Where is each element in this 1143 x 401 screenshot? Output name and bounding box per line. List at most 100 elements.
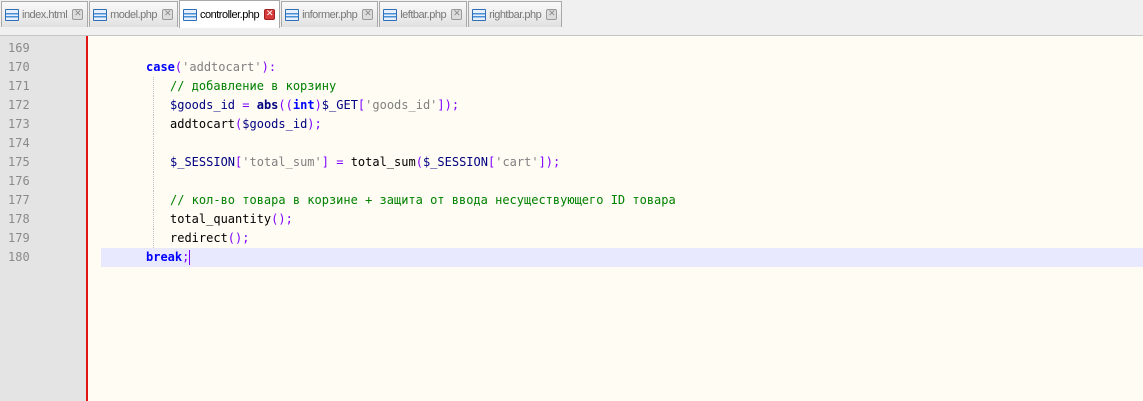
code-line: 170 case('addtocart'): xyxy=(0,58,1143,77)
code-token: abs xyxy=(256,98,279,112)
code-token: 'cart' xyxy=(495,155,539,169)
code-token: $goods_id xyxy=(242,117,308,131)
code-token: addtocart xyxy=(170,117,236,131)
close-icon[interactable]: ✕ xyxy=(264,9,276,20)
code-token: ] xyxy=(321,155,329,169)
code-line: 179 redirect(); xyxy=(0,229,1143,248)
tab-informer-php[interactable]: informer.php ✕ xyxy=(281,1,379,27)
code-line: 174 xyxy=(0,134,1143,153)
close-icon[interactable]: ✕ xyxy=(162,9,174,20)
code-token: ) xyxy=(314,98,322,112)
code-token: (( xyxy=(278,98,293,112)
code-text: // добавление в корзину xyxy=(170,77,336,96)
code-token: (); xyxy=(271,212,293,226)
code-text: case('addtocart'): xyxy=(146,58,276,77)
line-number: 171 xyxy=(8,79,30,93)
code-text: total_quantity(); xyxy=(170,210,293,229)
code-text: $_SESSION['total_sum'] = total_sum($_SES… xyxy=(170,153,560,172)
line-number: 173 xyxy=(8,117,30,131)
code-line: 175 $_SESSION['total_sum'] = total_sum($_… xyxy=(0,153,1143,172)
code-text: $goods_id = abs((int)$_GET['goods_id']); xyxy=(170,96,459,115)
tab-leftbar-php[interactable]: leftbar.php ✕ xyxy=(379,1,468,27)
line-number: 179 xyxy=(8,231,30,245)
line-number: 178 xyxy=(8,212,30,226)
code-token: 'goods_id' xyxy=(365,98,438,112)
code-token: break xyxy=(146,250,183,264)
code-token: $_SESSION xyxy=(170,155,236,169)
tab-index-html[interactable]: index.html ✕ xyxy=(1,1,89,27)
code-line: 173 addtocart($goods_id); xyxy=(0,115,1143,134)
indent-guide xyxy=(153,134,154,153)
tab-label: rightbar.php xyxy=(489,8,542,21)
code-token: // кол-во товара в корзине + защита от в… xyxy=(170,193,676,207)
tab-bar: index.html ✕ model.php ✕ controller.php ✕ info… xyxy=(0,0,1143,36)
close-icon[interactable]: ✕ xyxy=(546,9,558,20)
code-line: 178 total_quantity(); xyxy=(0,210,1143,229)
code-token: = xyxy=(242,98,250,112)
code-token: // добавление в корзину xyxy=(170,79,337,93)
line-number: 170 xyxy=(8,60,30,74)
code-token: ( xyxy=(415,155,423,169)
line-number: 180 xyxy=(8,250,30,264)
line-number: 176 xyxy=(8,174,30,188)
file-icon xyxy=(183,8,198,21)
code-text: redirect(); xyxy=(170,229,249,248)
code-token: int xyxy=(292,98,315,112)
line-number: 174 xyxy=(8,136,30,150)
code-line: 169 xyxy=(0,39,1143,58)
code-token: ]); xyxy=(437,98,460,112)
close-icon[interactable]: ✕ xyxy=(72,9,84,20)
current-line-highlight xyxy=(101,248,1143,267)
line-number: 177 xyxy=(8,193,30,207)
code-token: $_SESSION xyxy=(422,155,488,169)
tab-rightbar-php[interactable]: rightbar.php ✕ xyxy=(468,1,563,27)
line-number: 175 xyxy=(8,155,30,169)
file-icon xyxy=(5,8,19,21)
code-token: ]); xyxy=(538,155,561,169)
code-text: addtocart($goods_id); xyxy=(170,115,322,134)
indent-guide xyxy=(153,191,154,210)
close-icon[interactable]: ✕ xyxy=(451,9,463,20)
indent-guide xyxy=(153,96,154,115)
code-line: 176 xyxy=(0,172,1143,191)
tab-label: index.html xyxy=(22,8,68,21)
code-token: ); xyxy=(307,117,322,131)
file-icon xyxy=(285,8,300,21)
code-line: 172 $goods_id = abs((int)$_GET['goods_id'… xyxy=(0,96,1143,115)
tab-label: controller.php xyxy=(200,8,260,21)
code-line: 177 // кол-во товара в корзине + защита о… xyxy=(0,191,1143,210)
code-token: total_sum xyxy=(350,155,416,169)
tab-model-php[interactable]: model.php ✕ xyxy=(89,1,179,27)
tab-label: informer.php xyxy=(302,8,358,21)
code-token: 'addtocart' xyxy=(182,60,262,74)
line-number: 172 xyxy=(8,98,30,112)
code-token: 'total_sum' xyxy=(242,155,322,169)
code-token: redirect xyxy=(170,231,228,245)
tab-label: leftbar.php xyxy=(400,8,447,21)
indent-guide xyxy=(153,172,154,191)
code-token: case xyxy=(146,60,175,74)
tab-label: model.php xyxy=(110,8,158,21)
code-token: $goods_id xyxy=(170,98,236,112)
line-number: 169 xyxy=(8,41,30,55)
indent-guide xyxy=(153,153,154,172)
code-text: // кол-во товара в корзине + защита от в… xyxy=(170,191,676,210)
file-icon xyxy=(472,8,487,21)
indent-guide xyxy=(153,77,154,96)
code-text: break; xyxy=(146,248,191,267)
code-editor[interactable]: 169 170 case('addtocart'): 171// добавление… xyxy=(0,36,1143,401)
close-icon[interactable]: ✕ xyxy=(362,9,374,20)
code-line: 180 break; xyxy=(0,248,1143,267)
code-token: $_GET xyxy=(321,98,358,112)
code-token: ; xyxy=(182,250,190,264)
indent-guide xyxy=(153,229,154,248)
code-token: ): xyxy=(261,60,277,74)
code-token: (); xyxy=(227,231,250,245)
tab-controller-php[interactable]: controller.php ✕ xyxy=(179,0,281,28)
indent-guide xyxy=(153,115,154,134)
file-icon xyxy=(383,8,398,21)
file-icon xyxy=(93,8,108,21)
indent-guide xyxy=(153,210,154,229)
